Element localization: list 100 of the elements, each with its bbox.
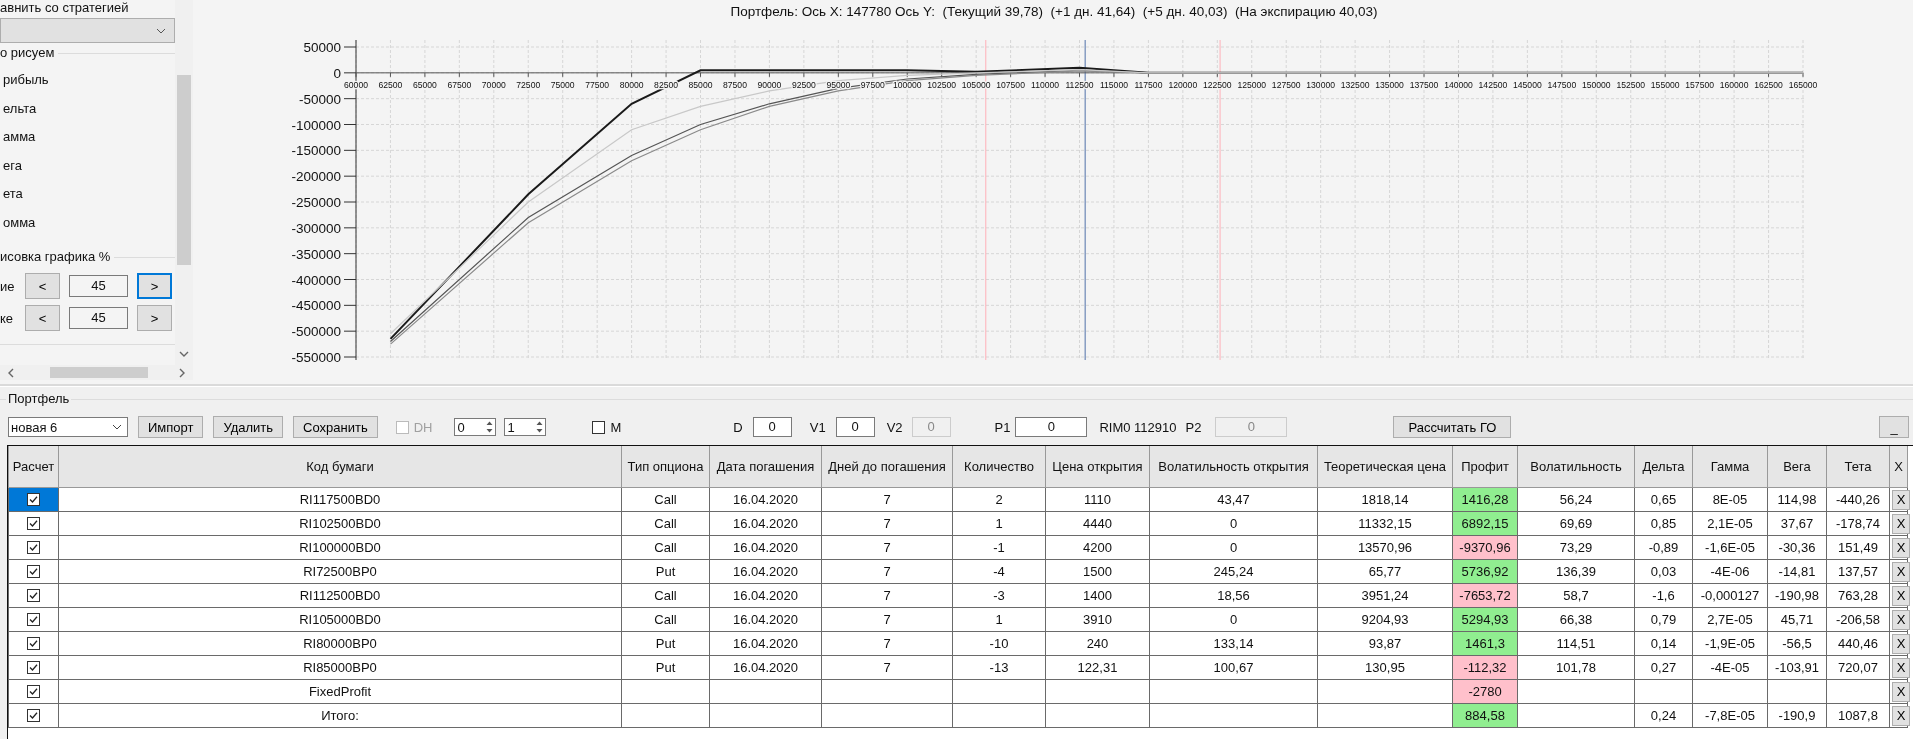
field-label: P2 xyxy=(1185,419,1202,435)
table-cell: -10 xyxy=(952,631,1046,656)
table-cell: 7 xyxy=(821,487,953,512)
panel-title: авнить со стратегией xyxy=(0,0,130,16)
table-cell: 16.04.2020 xyxy=(709,655,822,680)
table-cell: Итого: xyxy=(58,703,622,728)
table-cell: Put xyxy=(621,559,710,584)
table-cell: 7 xyxy=(821,631,953,656)
table-cell: 1 xyxy=(952,511,1046,536)
x-tick-label: 115000 xyxy=(1099,79,1128,90)
table-cell: 100,67 xyxy=(1149,655,1318,680)
x-tick-label: 85000 xyxy=(688,79,713,90)
table-cell: Call xyxy=(621,583,710,608)
table-cell: 0 xyxy=(1149,607,1318,632)
x-tick-label: 117500 xyxy=(1134,79,1163,90)
table-cell: FixedProfit xyxy=(58,679,622,704)
x-tick-label: 110000 xyxy=(1031,79,1060,90)
x-tick-label: 130000 xyxy=(1306,79,1335,90)
field-label: V2 xyxy=(886,419,903,435)
x-tick-label: 70000 xyxy=(481,79,506,90)
x-tick-label: 142500 xyxy=(1478,79,1508,90)
table-cell: 16.04.2020 xyxy=(709,583,822,608)
table-cell: Call xyxy=(621,511,710,536)
x-tick-label: 160000 xyxy=(1719,79,1749,90)
table-cell: 1110 xyxy=(1045,487,1150,512)
y-tick-label: -550000 xyxy=(291,350,341,365)
x-tick-label: 102500 xyxy=(927,79,957,90)
table-cell: 4200 xyxy=(1045,535,1150,560)
table-cell: RI85000BP0 xyxy=(58,655,622,680)
table-cell: Call xyxy=(621,535,710,560)
table-cell: 16.04.2020 xyxy=(709,535,822,560)
y-tick-label: -200000 xyxy=(291,169,341,185)
x-tick-label: 92500 xyxy=(791,79,816,90)
x-tick-label: 65000 xyxy=(412,79,437,90)
table-cell: 245,24 xyxy=(1149,559,1318,584)
table-cell: 56,24 xyxy=(1517,487,1635,512)
table-cell: 0 xyxy=(1149,535,1318,560)
table-cell: 1818,14 xyxy=(1317,487,1453,512)
y-tick-label: -250000 xyxy=(291,195,341,210)
table-cell: 133,14 xyxy=(1149,631,1318,656)
table-cell: 7 xyxy=(821,655,953,680)
y-tick-label: -450000 xyxy=(291,298,341,314)
y-tick-label: -400000 xyxy=(291,272,341,288)
table-cell: RI100000BD0 xyxy=(58,535,622,560)
x-tick-label: 137500 xyxy=(1409,79,1439,90)
group-label: Портфель xyxy=(6,391,72,406)
x-tick-label: 105000 xyxy=(961,79,991,90)
y-tick-label: -50000 xyxy=(298,91,341,107)
table-cell: RI117500BD0 xyxy=(58,487,622,512)
table-cell: 43,47 xyxy=(1149,487,1318,512)
x-tick-label: 120000 xyxy=(1168,79,1198,90)
table-cell: 2 xyxy=(952,487,1046,512)
table-cell: Call xyxy=(621,607,710,632)
table-cell: 7 xyxy=(821,535,953,560)
y-tick-label: -500000 xyxy=(291,324,341,340)
table-cell: 4440 xyxy=(1045,511,1150,536)
table-cell: -13 xyxy=(952,655,1046,680)
table-cell: -1 xyxy=(952,535,1046,560)
x-tick-label: 122500 xyxy=(1202,79,1232,90)
table-cell: 3910 xyxy=(1045,607,1150,632)
table-cell: 7 xyxy=(821,559,953,584)
scale-label: ке xyxy=(0,310,15,326)
y-tick-label: -350000 xyxy=(291,246,341,262)
x-tick-label: 90000 xyxy=(757,79,782,90)
x-tick-label: 132500 xyxy=(1340,79,1370,90)
table-cell: RI112500BD0 xyxy=(58,583,622,608)
table-cell: 122,31 xyxy=(1045,655,1150,680)
x-tick-label: 145000 xyxy=(1513,79,1542,90)
x-tick-label: 135000 xyxy=(1375,79,1404,90)
table-cell: RI72500BP0 xyxy=(58,559,622,584)
y-tick-label: -300000 xyxy=(291,220,341,236)
table-cell: 1500 xyxy=(1045,559,1150,584)
table-cell: 136,39 xyxy=(1517,559,1635,584)
table-cell: 65,77 xyxy=(1317,559,1453,584)
x-tick-label: 152500 xyxy=(1616,79,1646,90)
table-cell: 1400 xyxy=(1045,583,1150,608)
table-cell: 114,51 xyxy=(1517,631,1635,656)
table-cell: 16.04.2020 xyxy=(709,607,822,632)
table-cell: Call xyxy=(621,487,710,512)
chart-title: Портфель: Ось X: 147780 Ось Y: (Текущий 39,78) (+1 дн. 41,64) (+5 дн. 40,03) (На экспирацию 40,03) xyxy=(730,4,1378,19)
table-cell: 101,78 xyxy=(1517,655,1635,680)
x-tick-label: 140000 xyxy=(1444,79,1473,90)
x-tick-label: 165000 xyxy=(1788,79,1818,90)
x-tick-label: 125000 xyxy=(1237,79,1267,90)
table-cell: 1 xyxy=(952,607,1046,632)
x-tick-label: 100000 xyxy=(892,79,922,90)
field-label: D xyxy=(733,419,743,435)
x-tick-label: 112500 xyxy=(1065,79,1094,90)
table-cell: -3 xyxy=(952,583,1046,608)
table-cell: 13570,96 xyxy=(1317,535,1453,560)
table-cell: 240 xyxy=(1045,631,1150,656)
x-tick-label: 150000 xyxy=(1581,79,1611,90)
x-tick-label: 95000 xyxy=(826,79,851,90)
table-cell: -4 xyxy=(952,559,1046,584)
x-tick-label: 157500 xyxy=(1685,79,1714,90)
table-cell: Put xyxy=(621,655,710,680)
x-tick-label: 72500 xyxy=(516,79,541,90)
x-tick-label: 97500 xyxy=(860,79,885,90)
y-tick-label: -100000 xyxy=(291,117,341,133)
underlying-price: RIM0 112910 xyxy=(1099,419,1177,435)
